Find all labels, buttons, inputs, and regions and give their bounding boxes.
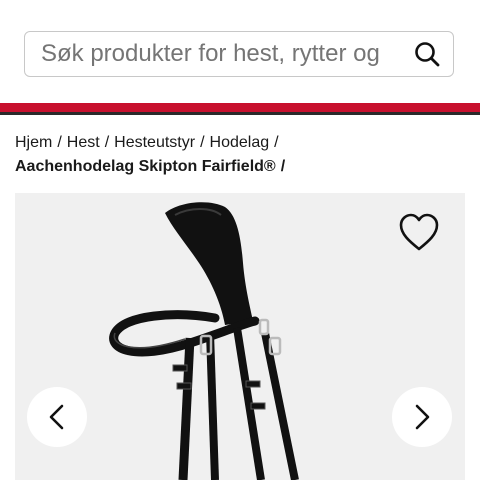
image-prev-button[interactable] [27, 387, 87, 447]
breadcrumb-item-hest[interactable]: Hest [67, 134, 100, 151]
heart-icon [399, 213, 439, 251]
breadcrumb-separator: / [104, 134, 110, 151]
chevron-left-icon [49, 404, 64, 430]
breadcrumb-separator: / [274, 134, 279, 151]
search-bar [24, 31, 454, 77]
header-accent-band [0, 103, 480, 112]
search-icon[interactable] [413, 40, 441, 68]
breadcrumb-item-hjem[interactable]: Hjem [15, 134, 52, 151]
breadcrumb-separator: / [57, 134, 62, 151]
search-input[interactable] [41, 32, 381, 75]
breadcrumb-current: Aachenhodelag Skipton Fairfield® [15, 158, 276, 175]
header-divider [0, 112, 480, 115]
image-next-button[interactable] [392, 387, 452, 447]
breadcrumb-separator: / [280, 158, 286, 175]
chevron-right-icon [415, 404, 430, 430]
favorite-button[interactable] [397, 211, 441, 255]
breadcrumb-separator: / [200, 134, 205, 151]
breadcrumb-item-hodelag[interactable]: Hodelag [210, 134, 270, 151]
breadcrumb: Hjem / Hest / Hesteutstyr / Hodelag / Aachenhode… [15, 131, 465, 179]
breadcrumb-item-hesteutstyr[interactable]: Hesteutstyr [114, 134, 195, 151]
